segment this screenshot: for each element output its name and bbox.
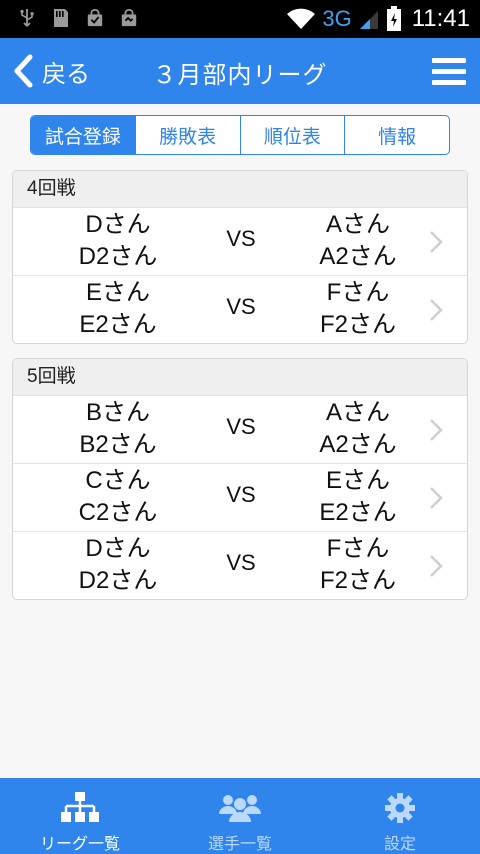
right-team: Fさん F2さん — [283, 277, 433, 341]
clock: 11:41 — [411, 5, 470, 32]
round-section: 5回戦 Bさん B2さん VS Aさん A2さん Cさん C2さん VS Eさん… — [12, 358, 468, 600]
vs-label: VS — [226, 482, 256, 507]
player-name: Dさん — [85, 535, 151, 562]
round-section: 4回戦 Dさん D2さん VS Aさん A2さん Eさん E2さん VS Fさん… — [12, 170, 468, 344]
player-name: Fさん — [326, 535, 390, 562]
left-team: Eさん E2さん — [43, 277, 193, 341]
hamburger-menu-icon[interactable] — [432, 58, 466, 86]
match-row[interactable]: Cさん C2さん VS Eさん E2さん — [13, 463, 467, 531]
chevron-right-icon — [430, 487, 443, 509]
tab-standings[interactable]: 順位表 — [239, 116, 345, 154]
nav-league-list[interactable]: リーグ一覧 — [0, 778, 160, 854]
right-team: Fさん F2さん — [283, 533, 433, 597]
player-name: Eさん — [325, 467, 390, 494]
round-title: 5回戦 — [13, 359, 467, 396]
network-type-label: 3G — [322, 6, 352, 31]
nav-label: リーグ一覧 — [39, 836, 120, 853]
players-group-icon — [219, 795, 261, 822]
chevron-right-icon — [430, 555, 443, 577]
page-title: ３月部内リーグ — [152, 62, 328, 89]
player-name: E2さん — [319, 499, 397, 526]
player-name: A2さん — [319, 243, 397, 270]
wifi-icon — [287, 8, 316, 29]
player-name: D2さん — [78, 243, 158, 270]
player-name: Aさん — [325, 399, 390, 426]
segmented-tabs: 試合登録 勝敗表 順位表 情報 — [30, 115, 450, 155]
right-team: Eさん E2さん — [283, 465, 433, 529]
player-name: Aさん — [325, 211, 390, 238]
nav-player-list[interactable]: 選手一覧 — [160, 778, 320, 854]
shopping-bag-icon — [87, 9, 103, 27]
nav-label: 選手一覧 — [207, 836, 272, 853]
right-team: Aさん A2さん — [283, 397, 433, 461]
status-bar: 3G 11:41 — [0, 0, 480, 38]
chevron-right-icon — [430, 419, 443, 441]
app-header: 戻る ３月部内リーグ — [0, 38, 480, 104]
vs-label: VS — [226, 226, 256, 251]
tab-win-loss[interactable]: 勝敗表 — [134, 116, 240, 154]
player-name: F2さん — [319, 567, 396, 594]
sd-card-icon — [54, 9, 68, 27]
player-name: Bさん — [85, 399, 150, 426]
vs-label: VS — [226, 294, 256, 319]
tab-match-register[interactable]: 試合登録 — [31, 116, 135, 154]
player-name: D2さん — [78, 567, 158, 594]
match-row[interactable]: Eさん E2さん VS Fさん F2さん — [13, 275, 467, 343]
match-row[interactable]: Dさん D2さん VS Fさん F2さん — [13, 531, 467, 599]
left-team: Cさん C2さん — [43, 465, 193, 529]
round-title: 4回戦 — [13, 171, 467, 208]
usb-icon — [20, 9, 34, 27]
player-name: A2さん — [319, 431, 397, 458]
battery-icon — [386, 6, 401, 31]
gear-icon — [385, 793, 415, 823]
left-team: Bさん B2さん — [43, 397, 193, 461]
left-team: Dさん D2さん — [43, 209, 193, 273]
org-chart-icon — [61, 792, 99, 822]
vs-label: VS — [226, 414, 256, 439]
vs-label: VS — [226, 550, 256, 575]
signal-icon — [359, 11, 378, 29]
left-team: Dさん D2さん — [43, 533, 193, 597]
chevron-right-icon — [430, 231, 443, 253]
player-name: E2さん — [79, 311, 157, 338]
bottom-nav: リーグ一覧 選手一覧 設定 — [0, 778, 480, 854]
nav-label: 設定 — [383, 836, 416, 853]
player-name: Eさん — [85, 279, 150, 306]
player-name: Dさん — [85, 211, 151, 238]
nav-settings[interactable]: 設定 — [320, 778, 480, 854]
player-name: B2さん — [79, 431, 157, 458]
match-row[interactable]: Dさん D2さん VS Aさん A2さん — [13, 208, 467, 275]
player-name: F2さん — [319, 311, 396, 338]
player-name: C2さん — [78, 499, 158, 526]
player-name: Fさん — [326, 279, 390, 306]
match-row[interactable]: Bさん B2さん VS Aさん A2さん — [13, 396, 467, 463]
chevron-right-icon — [430, 299, 443, 321]
shopping-bag-check-icon — [121, 9, 137, 27]
right-team: Aさん A2さん — [283, 209, 433, 273]
player-name: Cさん — [85, 467, 151, 494]
tab-info[interactable]: 情報 — [344, 116, 449, 154]
